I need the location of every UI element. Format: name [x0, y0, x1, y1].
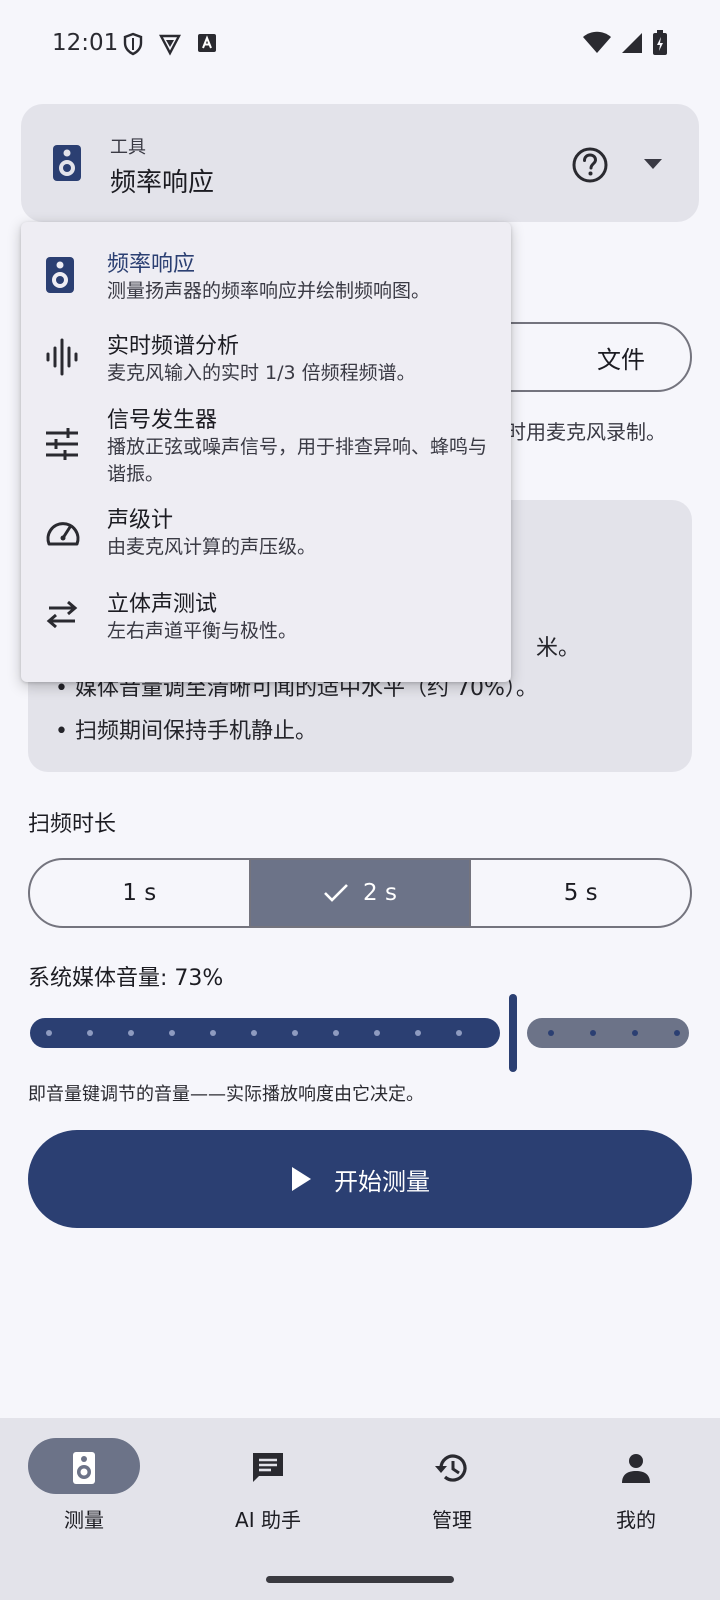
swap-arrows-icon [46, 600, 78, 628]
nav-item-measure-label[interactable]: 测量 [0, 1504, 174, 1533]
nav-item-ai-assistant-label[interactable]: AI 助手 [178, 1504, 358, 1533]
sweep-option-label: 2 s [363, 880, 397, 906]
menu-item-rta[interactable]: 实时频谱分析 麦克风输入的实时 1/3 倍频程频谱。 [21, 306, 511, 390]
start-measurement-button[interactable]: 开始测量 [28, 1130, 692, 1228]
speed-gauge-icon [46, 522, 80, 546]
source-hint-text: 时用麦克风录制。 [506, 420, 666, 444]
menu-item-frequency-response[interactable]: 频率响应 测量扬声器的频率响应并绘制频响图。 [21, 222, 511, 306]
menu-item-desc: 由麦克风计算的声压级。 [107, 536, 317, 558]
file-source-label: 文件 [597, 345, 645, 374]
tool-selector-label: 工具 [110, 137, 146, 158]
person-icon[interactable] [618, 1450, 654, 1486]
status-system-icons [582, 30, 668, 56]
translate-icon [198, 34, 216, 52]
menu-item-title: 信号发生器 [107, 408, 218, 433]
tune-icon [46, 428, 78, 460]
history-icon[interactable] [434, 1450, 470, 1486]
slider-tick [415, 1030, 421, 1036]
sweep-option-label: 1 s [122, 880, 157, 906]
chevron-down-icon[interactable] [643, 158, 663, 170]
waveform-icon [46, 338, 78, 376]
menu-item-title: 频率响应 [107, 252, 196, 277]
slider-tick [292, 1030, 298, 1036]
play-icon [292, 1167, 311, 1191]
check-icon [324, 884, 348, 902]
volume-slider-active-track[interactable] [30, 1018, 500, 1048]
slider-tick [590, 1030, 596, 1036]
status-time: 12:01 [52, 30, 119, 56]
start-measurement-label: 开始测量 [334, 1167, 430, 1196]
slider-tick [456, 1030, 462, 1036]
sweep-duration-selector: 1 s 2 s 5 s [28, 858, 692, 928]
sweep-option-2s[interactable]: 2 s [250, 860, 472, 926]
tip-partial-line: 米。 [536, 636, 581, 661]
volume-label: 系统媒体音量: 73% [28, 966, 224, 991]
cellular-signal-icon [622, 33, 642, 53]
help-icon[interactable] [571, 146, 609, 184]
menu-item-stereo-test[interactable]: 立体声测试 左右声道平衡与极性。 [21, 580, 511, 682]
menu-item-title: 声级计 [107, 508, 174, 533]
slider-tick [632, 1030, 638, 1036]
slider-tick [251, 1030, 257, 1036]
menu-item-signal-generator[interactable]: 信号发生器 播放正弦或噪声信号，用于排查异响、蜂鸣与谐振。 [21, 390, 511, 496]
vpn-icon [159, 34, 181, 56]
menu-item-sound-level-meter[interactable]: 声级计 由麦克风计算的声压级。 [21, 496, 511, 580]
volume-slider-thumb[interactable] [509, 994, 517, 1072]
slider-tick [548, 1030, 554, 1036]
volume-help-text: 即音量键调节的音量——实际播放响度由它决定。 [28, 1084, 424, 1105]
tool-dropdown-menu: 频率响应 测量扬声器的频率响应并绘制频响图。 实时频谱分析 麦克风输入的实时 1… [21, 222, 511, 682]
sweep-duration-title: 扫频时长 [28, 812, 117, 837]
menu-item-desc: 测量扬声器的频率响应并绘制频响图。 [107, 280, 431, 302]
sweep-option-label: 5 s [563, 880, 598, 906]
home-indicator[interactable] [266, 1576, 454, 1583]
menu-item-desc: 左右声道平衡与极性。 [107, 620, 298, 642]
menu-item-desc: 麦克风输入的实时 1/3 倍频程频谱。 [107, 362, 416, 384]
slider-tick [46, 1030, 52, 1036]
slider-tick [169, 1030, 175, 1036]
menu-item-title: 立体声测试 [107, 592, 218, 617]
speaker-icon[interactable] [66, 1450, 102, 1486]
slider-tick [128, 1030, 134, 1036]
slider-tick [333, 1030, 339, 1036]
nav-item-profile-label[interactable]: 我的 [546, 1504, 720, 1533]
slider-tick [374, 1030, 380, 1036]
slider-tick [674, 1030, 680, 1036]
speaker-icon [53, 145, 81, 181]
speaker-icon [46, 257, 74, 293]
sweep-option-5s[interactable]: 5 s [471, 860, 690, 926]
tip-steady: • 扫频期间保持手机静止。 [55, 719, 317, 744]
tool-selector-value: 频率响应 [110, 168, 215, 198]
slider-tick [210, 1030, 216, 1036]
slider-tick [87, 1030, 93, 1036]
sweep-option-1s[interactable]: 1 s [30, 860, 251, 926]
shield-icon [123, 32, 143, 56]
chat-icon[interactable] [250, 1450, 286, 1486]
nav-item-manage-label[interactable]: 管理 [362, 1504, 542, 1533]
menu-item-desc: 播放正弦或噪声信号，用于排查异响、蜂鸣与谐振。 [107, 436, 488, 485]
battery-charging-icon [653, 30, 667, 55]
menu-item-title: 实时频谱分析 [107, 334, 240, 359]
status-notification-icons [122, 32, 218, 56]
wifi-icon [583, 31, 611, 53]
